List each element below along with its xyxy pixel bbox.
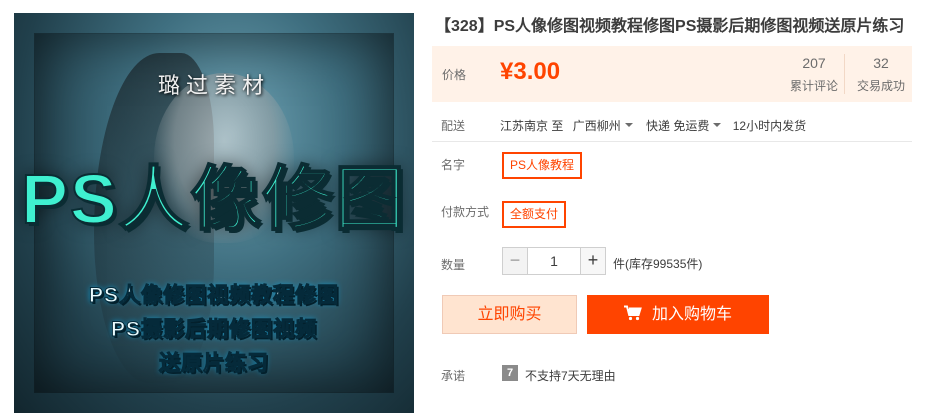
dispatch-time: 12小时内发货 (732, 119, 807, 133)
product-detail-page: 璐过素材 PS人像修图 PS人像修图视频教程修图 PS摄影后期修图视频 送原片练… (0, 0, 927, 420)
ship-from: 江苏南京 至 (500, 119, 564, 133)
sales-count: 32 (873, 55, 889, 71)
image-subtitle-3: 送原片练习 (159, 352, 269, 376)
add-to-cart-button[interactable]: 加入购物车 (587, 295, 769, 334)
name-option-selected[interactable]: PS人像教程 (502, 152, 583, 179)
ship-to-select[interactable]: 广西柳州 (573, 117, 639, 134)
promise-text: 不支持7天无理由 (525, 369, 616, 383)
chevron-down-icon (713, 122, 722, 127)
name-option-label: 名字 (441, 158, 466, 172)
sales-label: 交易成功 (856, 79, 905, 93)
section-divider (432, 141, 912, 142)
product-title: 【328】PS人像修图视频教程修图PS摄影后期修图视频送原片练习 (435, 18, 905, 35)
reviews-label: 累计评论 (789, 79, 838, 93)
shipping-row: 江苏南京 至 广西柳州 快递 免运费 12小时内发货 (500, 117, 806, 134)
image-watermark: 璐过素材 (157, 74, 270, 99)
stock-info: 件(库存99535件) (613, 257, 703, 271)
sales-stat: 32 交易成功 (850, 55, 912, 94)
price-panel: 价格 ¥3.00 207 累计评论 32 交易成功 (432, 46, 912, 102)
quantity-increase-button[interactable]: + (580, 247, 606, 275)
cart-icon (623, 305, 642, 321)
buy-now-button[interactable]: 立即购买 (442, 295, 577, 334)
stat-divider (844, 54, 845, 94)
shipping-label: 配送 (441, 119, 466, 133)
ship-to-value: 广西柳州 (572, 119, 621, 133)
ship-method-value: 快递 免运费 (646, 119, 710, 133)
reviews-stat[interactable]: 207 累计评论 (784, 55, 844, 94)
payment-option-selected[interactable]: 全额支付 (502, 201, 567, 228)
reviews-count: 207 (802, 55, 826, 71)
image-subtitle-1: PS人像修图视频教程修图 (88, 284, 339, 308)
payment-option-label: 付款方式 (441, 205, 490, 219)
quantity-label: 数量 (441, 258, 466, 272)
product-image[interactable]: 璐过素材 PS人像修图 PS人像修图视频教程修图 PS摄影后期修图视频 送原片练… (14, 13, 414, 413)
chevron-down-icon (624, 122, 633, 127)
no-return-icon: 7 (502, 365, 518, 381)
quantity-input[interactable]: 1 (528, 247, 580, 275)
image-big-title: PS人像修图 (20, 159, 407, 239)
ship-method-select[interactable]: 快递 免运费 (646, 117, 727, 134)
price-label: 价格 (442, 68, 467, 82)
quantity-decrease-button[interactable]: − (502, 247, 528, 275)
promise-label: 承诺 (441, 369, 466, 383)
quantity-stepper: − 1 + (502, 247, 606, 275)
add-to-cart-label: 加入购物车 (651, 306, 732, 323)
price-value: ¥3.00 (500, 58, 561, 85)
image-subtitle-2: PS摄影后期修图视频 (110, 318, 317, 342)
